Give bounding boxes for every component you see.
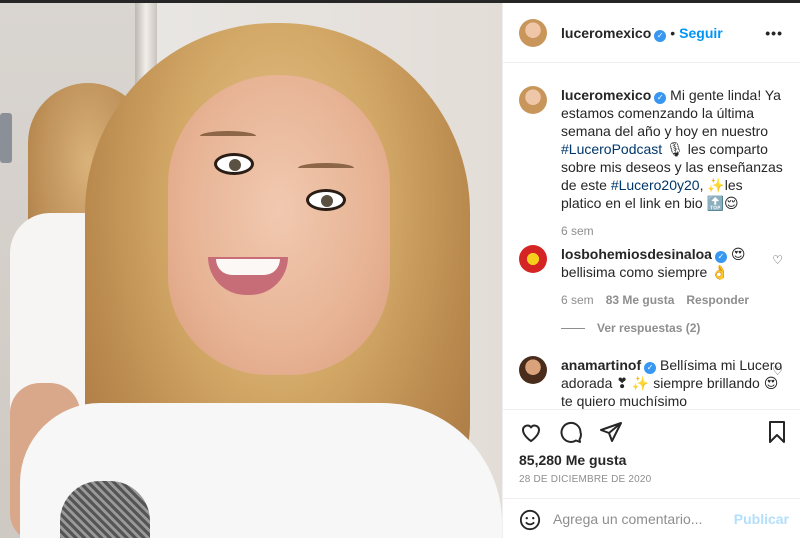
post-photo[interactable] [0,3,502,538]
verified-badge-icon: ✓ [714,251,727,263]
caption-meta: 6 sem [561,222,783,240]
publish-button[interactable]: Publicar [734,511,789,527]
verified-badge-icon: ✓ [654,92,667,104]
header-separator: • [670,25,676,41]
photo-right-eye [306,189,346,211]
comment-text: bellisima como siempre 👌 [561,264,729,280]
emoji-icon[interactable] [519,509,541,531]
caption-username[interactable]: luceromexico [561,87,651,103]
action-icons [519,420,635,447]
comment-meta: 6 sem 83 Me gusta Responder [561,291,783,309]
hashtag-lucero20y20[interactable]: #Lucero20y20 [611,177,700,193]
photo-teeth [216,259,280,275]
share-icon[interactable] [599,420,623,444]
comment-username[interactable]: anamartinof [561,357,641,373]
comment-likes[interactable]: 83 Me gusta [606,293,675,307]
post-date[interactable]: 28 DE DICIEMBRE DE 2020 [519,474,651,485]
comment-input[interactable] [553,511,733,527]
author-avatar[interactable] [519,19,547,47]
heart-icon[interactable] [519,420,543,444]
comment-emoji: 😍 [726,246,746,262]
post-side-panel: luceromexico ✓ • Seguir ••• luceromexico ✓ M… [502,3,800,538]
bookmark-icon[interactable] [765,420,789,444]
header-name-row: luceromexico ✓ • Seguir [561,25,723,42]
comments-list: luceromexico ✓ Mi gente linda! Ya estamos… [503,64,800,409]
view-replies-button[interactable]: Ver respuestas (2) [561,321,700,335]
post-actions: 85,280 Me gusta 28 DE DICIEMBRE DE 2020 … [503,409,800,538]
post-header: luceromexico ✓ • Seguir ••• [503,3,800,63]
author-username[interactable]: luceromexico [561,25,651,41]
likes-count[interactable]: 85,280 Me gusta [519,452,626,468]
comment-icon[interactable] [559,420,583,444]
hashtag-luceropodcast[interactable]: #LuceroPodcast [561,141,662,157]
reply-button[interactable]: Responder [686,293,749,307]
like-comment-heart-icon[interactable]: ♡ [772,364,783,378]
photo-left-brow [200,131,256,141]
photo-left-eye [214,153,254,175]
comment-username[interactable]: losbohemiosdesinaloa [561,246,712,262]
commenter-avatar[interactable] [519,356,547,384]
caption-time[interactable]: 6 sem [561,224,594,238]
comment-time[interactable]: 6 sem [561,293,594,307]
more-options-icon[interactable]: ••• [765,25,783,41]
photo-phone [0,113,12,163]
verified-badge-icon: ✓ [644,362,657,374]
view-replies-label: Ver respuestas (2) [597,321,701,335]
comment-body: anamartinof ✓ Bellísima mi Lucero adorada… [561,356,783,409]
follow-button[interactable]: Seguir [679,25,723,41]
photo-right-brow [298,163,354,173]
caption-body: luceromexico ✓ Mi gente linda! Ya estamos… [561,86,783,240]
caption-avatar[interactable] [519,86,547,114]
verified-badge-icon: ✓ [654,30,667,42]
add-comment-bar: Publicar [503,498,800,538]
commenter-avatar[interactable] [519,245,547,273]
replies-line [561,328,585,329]
like-comment-heart-icon[interactable]: ♡ [772,253,783,267]
photo-face [168,75,390,375]
comment-body: losbohemiosdesinaloa ✓ 😍 bellisima como s… [561,245,783,309]
